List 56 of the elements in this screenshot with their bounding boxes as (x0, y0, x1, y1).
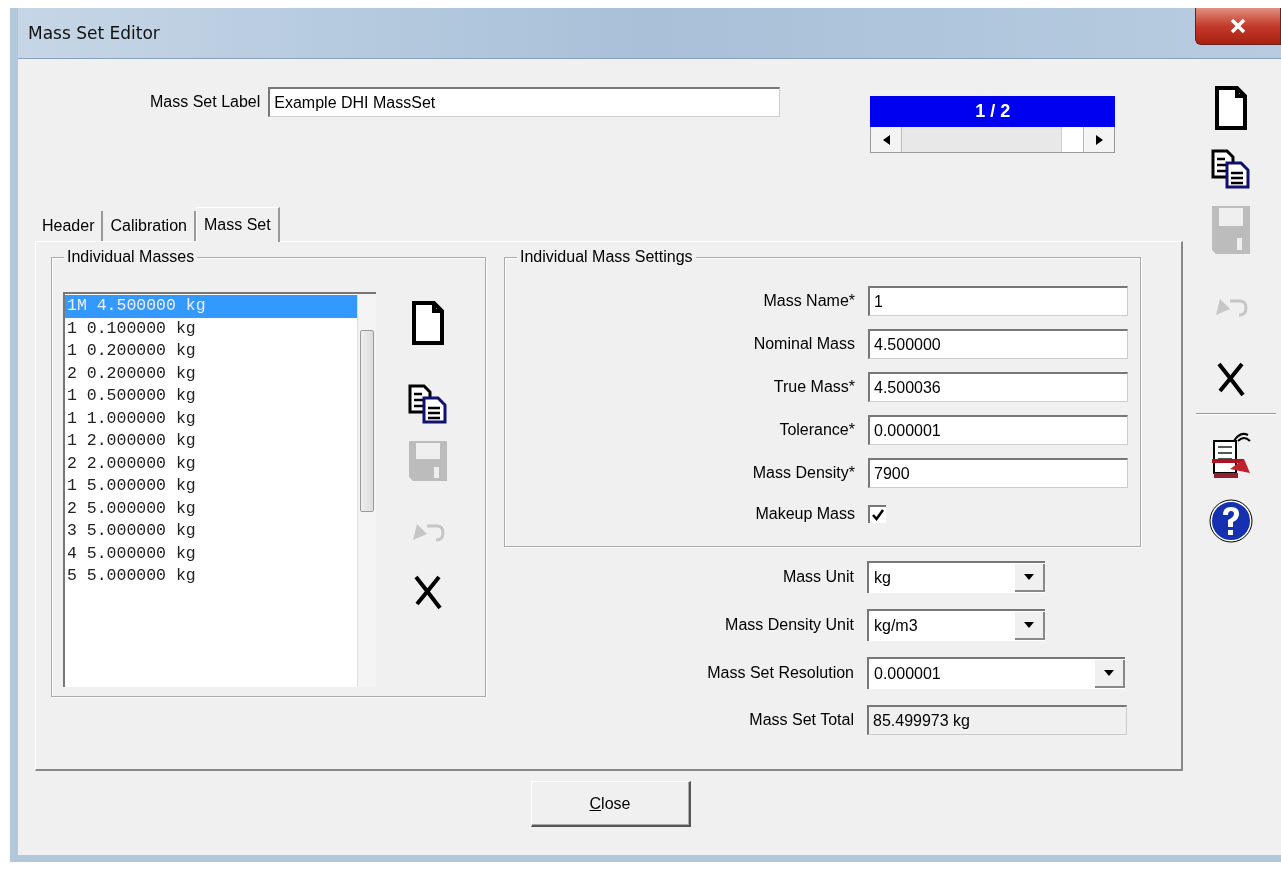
new-page-icon[interactable] (1214, 85, 1248, 131)
total-display: 85.499973 kg (867, 705, 1127, 735)
dropdown[interactable]: kg/m3 (867, 609, 1045, 641)
new-page-icon[interactable] (411, 300, 445, 346)
tab[interactable]: Mass Set (195, 207, 280, 242)
input-field[interactable]: 1 (868, 286, 1128, 316)
mass-list-item[interactable]: 2 5.000000 kg (65, 497, 357, 520)
field-label: Mass Name* (762, 292, 855, 310)
mass-set-label-field[interactable]: Example DHI MassSet (268, 87, 781, 117)
dropdown-arrow-icon[interactable] (1024, 574, 1034, 580)
field-label: Mass Set Resolution (706, 664, 854, 682)
mass-set-label: Mass Set Label (150, 93, 261, 111)
input-field[interactable]: 4.500000 (868, 329, 1128, 359)
scroll-thumb[interactable] (1061, 127, 1084, 152)
left-arrow-icon[interactable] (882, 134, 890, 145)
mass-list-item[interactable]: 5 5.000000 kg (65, 565, 357, 588)
dropdown-arrow-icon[interactable] (1024, 622, 1034, 628)
input-field[interactable]: 7900 (868, 458, 1128, 488)
copy-icon[interactable] (408, 384, 448, 424)
copy-icon[interactable] (1211, 149, 1251, 189)
group-title: Individual Mass Settings (517, 248, 696, 266)
close-icon[interactable] (1195, 8, 1281, 45)
field-label: Makeup Mass (754, 504, 855, 523)
dropdown-arrow-icon[interactable] (1104, 670, 1114, 676)
delete-icon[interactable] (1216, 361, 1246, 397)
help-icon[interactable] (1209, 499, 1253, 543)
field-label: Mass Density Unit (724, 616, 854, 634)
mass-list-item[interactable]: 1 1.000000 kg (65, 407, 357, 430)
field-label: True Mass* (772, 378, 855, 396)
mass-list[interactable]: 1M 4.500000 kg 1 0.100000 kg 1 0.200000 kg 2 0.200000 kg 1 0.500000 kg 1 1.000000 kg 1 2.000000 kg 2 2.000000 kg 1 5.000000 kg 2 5.000000 kg 3 5.000000 kg 4 5.000000 kg 5 5.000000 kg (63, 292, 376, 687)
field-label: Mass Density* (751, 464, 855, 482)
close-button[interactable]: Close (530, 781, 691, 827)
mass-list-item[interactable]: 1 5.000000 kg (65, 475, 357, 498)
record-counter: 1 / 2 (870, 96, 1116, 127)
field-label: Tolerance* (778, 421, 855, 439)
mass-list-item[interactable]: 1 2.000000 kg (65, 430, 357, 453)
mass-list-item[interactable]: 2 0.200000 kg (65, 362, 357, 385)
mass-list-item[interactable]: 1 0.200000 kg (65, 340, 357, 363)
mass-list-item[interactable]: 1 0.100000 kg (65, 317, 357, 340)
input-field[interactable]: 0.000001 (868, 415, 1128, 445)
mass-list-item[interactable]: 2 2.000000 kg (65, 452, 357, 475)
right-arrow-icon[interactable] (1095, 134, 1103, 145)
record-scrollbar[interactable] (870, 127, 1116, 153)
input-field[interactable]: 4.500036 (868, 372, 1128, 402)
list-scrollbar[interactable] (357, 294, 376, 687)
field-label: Mass Unit (781, 568, 854, 586)
field-label: Mass Set Total (748, 711, 854, 729)
window-title: Mass Set Editor (28, 23, 160, 43)
dropdown[interactable]: 0.000001 (867, 657, 1125, 689)
dropdown[interactable]: kg (867, 561, 1045, 593)
mass-list-item[interactable]: 3 5.000000 kg (65, 520, 357, 543)
mass-list-item[interactable]: 1 0.500000 kg (65, 385, 357, 408)
makeup-mass-checkbox[interactable] (868, 505, 886, 523)
field-label: Nominal Mass (752, 335, 855, 353)
mass-list-item[interactable]: 4 5.000000 kg (65, 542, 357, 565)
delete-icon[interactable] (413, 574, 443, 610)
